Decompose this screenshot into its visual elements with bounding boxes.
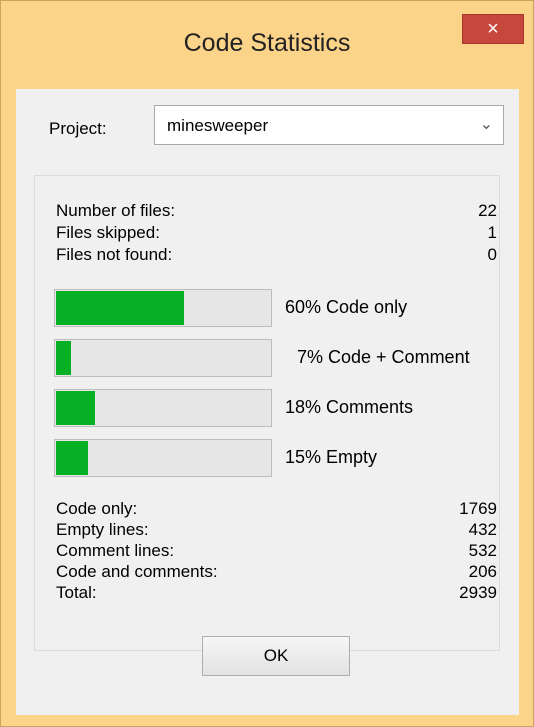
progress-bar-code-only — [54, 289, 272, 327]
stat-value: 532 — [468, 541, 497, 560]
project-selected-value: minesweeper — [167, 116, 269, 135]
stat-row-number-of-files: Number of files: 22 — [56, 201, 497, 223]
dialog-title: Code Statistics — [183, 29, 351, 57]
stat-label: Files not found: — [56, 245, 173, 264]
bar-label-comments: 18% Comments — [285, 397, 414, 417]
stat-label: Files skipped: — [56, 223, 160, 242]
line-stat-comment-lines: Comment lines: 532 — [56, 541, 497, 563]
stat-row-files-not-found: Files not found: 0 — [56, 245, 497, 267]
chevron-down-icon: ⌄ — [479, 116, 493, 133]
line-stat-code-only: Code only: 1769 — [56, 499, 497, 521]
stat-value: 0 — [487, 245, 497, 264]
progress-fill — [56, 391, 95, 425]
title-bar[interactable]: Code Statistics × — [1, 1, 533, 89]
project-dropdown[interactable]: minesweeper ⌄ — [154, 105, 504, 145]
code-statistics-dialog: Code Statistics × Project: minesweeper ⌄… — [0, 0, 534, 727]
stat-value: 206 — [468, 562, 497, 581]
stat-label: Code and comments: — [56, 562, 218, 581]
line-stat-code-and-comments: Code and comments: 206 — [56, 562, 497, 584]
progress-fill — [56, 341, 71, 375]
stat-label: Comment lines: — [56, 541, 175, 560]
stat-label: Total: — [56, 583, 97, 602]
dialog-body: Project: minesweeper ⌄ Number of files: … — [16, 89, 519, 715]
progress-bar-comments — [54, 389, 272, 427]
stat-value: 1 — [487, 223, 497, 242]
line-stat-empty-lines: Empty lines: 432 — [56, 520, 497, 542]
progress-bar-code-comment — [54, 339, 272, 377]
stat-label: Empty lines: — [56, 520, 149, 539]
bar-label-code-only: 60% Code only — [285, 297, 408, 317]
stat-value: 2939 — [459, 583, 497, 602]
close-button[interactable]: × — [462, 14, 524, 44]
progress-fill — [56, 291, 185, 325]
stat-value: 22 — [478, 201, 497, 220]
bar-label-code-comment: 7% Code + Comment — [297, 347, 470, 367]
stat-label: Code only: — [56, 499, 138, 518]
stat-value: 1769 — [459, 499, 497, 518]
ok-button[interactable]: OK — [202, 636, 350, 676]
project-label: Project: — [49, 119, 107, 138]
stat-row-files-skipped: Files skipped: 1 — [56, 223, 497, 245]
progress-bar-empty — [54, 439, 272, 477]
stat-value: 432 — [468, 520, 497, 539]
stat-label: Number of files: — [56, 201, 176, 220]
bar-label-empty: 15% Empty — [285, 447, 378, 467]
progress-fill — [56, 441, 89, 475]
line-stat-total: Total: 2939 — [56, 583, 497, 605]
close-icon: × — [487, 18, 499, 40]
